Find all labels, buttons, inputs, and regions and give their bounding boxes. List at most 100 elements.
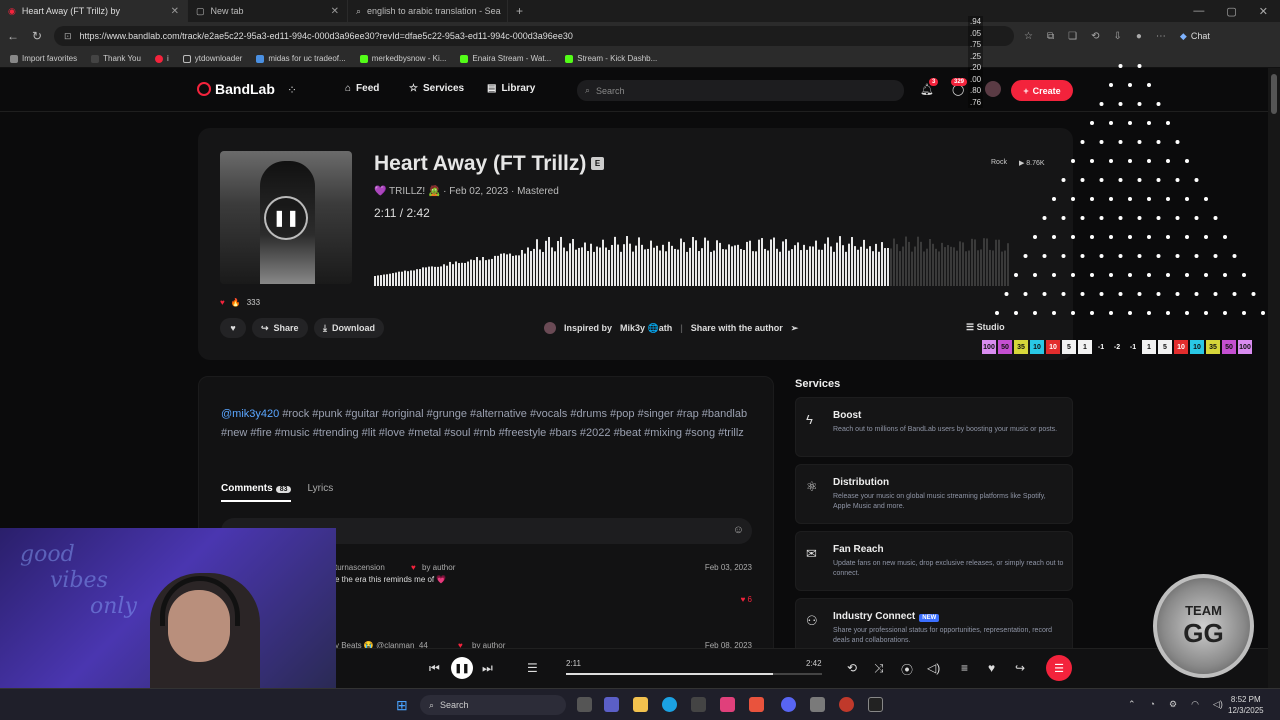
copilot-chat-button[interactable]: ◆ Chat [1180,31,1210,42]
app-icon[interactable] [749,697,764,712]
tab-new[interactable]: ▢ New tab ✕ [188,0,348,22]
share-icon[interactable]: ↪ [1015,661,1025,675]
app-icon[interactable] [720,697,735,712]
share-with-author-link[interactable]: Share with the author [691,323,783,333]
likes-summary[interactable]: ♥ 🔥 333 [220,298,260,307]
bandlab-logo-icon [197,82,211,96]
profile-icon[interactable]: ● [1136,31,1142,42]
app-icon[interactable] [810,697,825,712]
tab-comments[interactable]: Comments 83 [221,483,292,502]
bandlab-logo[interactable]: BandLab [197,81,275,97]
taskbar-clock[interactable]: 8:52 PM 12/3/2025 [1228,694,1264,716]
tab-lyrics[interactable]: Lyrics [307,483,333,502]
repeat-icon[interactable]: ⟲ [847,661,857,675]
volume-icon[interactable]: ◁) [927,661,940,675]
teams-icon[interactable] [604,697,619,712]
service-fan-reach[interactable]: ✉ Fan Reach Update fans on new music, dr… [795,531,1073,591]
collections-icon[interactable]: ❏ [1068,31,1077,42]
waveform[interactable] [374,226,1010,286]
inspired-label: Inspired by [564,323,613,333]
app-icon[interactable] [839,697,854,712]
overlay-dot [1118,254,1123,258]
player-pause-button[interactable]: ❚❚ [451,657,473,679]
file-explorer-icon[interactable] [633,697,648,712]
download-button[interactable]: ⤓ Download [314,318,384,338]
bookmark-i[interactable]: i [154,54,169,63]
star-icon: ☆ [409,83,418,94]
taskbar-search[interactable]: ⌕ Search [420,695,566,715]
overlay-dot [1004,292,1009,296]
overlay-dot [1261,311,1265,315]
emoji-icon[interactable]: ☺ [733,524,744,536]
nav-library[interactable]: ▤ Library [487,83,535,94]
waveform-bar [416,269,418,286]
back-icon[interactable]: ← [6,29,20,43]
queue-list-icon[interactable]: ☰ [527,661,538,675]
waveform-bar [812,246,814,286]
pause-button[interactable]: ❚❚ [264,196,308,240]
cast-icon[interactable]: ⦿ [901,661,913,678]
queue-button[interactable]: ☰ [1046,655,1072,681]
bookmark-kick-dashboard[interactable]: Stream - Kick Dashb... [565,54,657,63]
mention-link[interactable]: @mik3y420 [221,408,279,420]
next-icon[interactable]: ⏭︎ [482,661,493,676]
search-input[interactable]: ⌕ Search [577,80,904,101]
chevron-up-icon[interactable]: ⌃ [1128,699,1136,710]
store-icon[interactable] [691,697,706,712]
app-icon[interactable] [868,697,883,712]
service-boost[interactable]: ϟ Boost Reach out to millions of BandLab… [795,397,1073,457]
favorites-icon[interactable]: ☆ [1024,31,1033,42]
bookmark-enaira[interactable]: Enaira Stream - Wat... [460,54,551,63]
app-tray-icon[interactable]: ⚙ [1169,699,1177,710]
service-name: Boost [833,410,862,421]
maximize-icon[interactable]: ▢ [1226,5,1236,18]
comment-user[interactable]: turnascension [335,563,385,572]
hashtags[interactable]: #rock #punk #guitar #original #grunge #a… [221,408,747,439]
history-icon[interactable]: ⟲ [1091,31,1099,42]
close-tab-icon[interactable]: ✕ [171,6,179,17]
like-button[interactable]: ♥ [220,318,246,338]
bookmark-thankyou[interactable]: Thank You [91,54,141,63]
bookmark-ytdownloader[interactable]: ytdownloader [182,54,242,63]
refresh-icon[interactable]: ↻ [30,29,44,43]
tab-translate[interactable]: ⌕ english to arabic translation - Sea ✕ [348,0,508,22]
minimize-icon[interactable]: — [1193,5,1204,18]
bookmark-label: midas for uc tradeof... [268,54,346,63]
speaker-icon[interactable]: ◁) [1213,699,1223,710]
previous-icon[interactable]: ⏮︎ [429,661,440,676]
downloads-icon[interactable]: ⇩ [1113,31,1121,42]
apps-grid-icon[interactable]: ⁘ [287,83,297,97]
player-progress-bar[interactable] [566,673,822,675]
extensions-icon[interactable]: ⧉ [1047,31,1054,42]
share-button[interactable]: ↪ Share [252,318,308,338]
wifi-icon[interactable]: ◠ [1191,699,1199,710]
waveform-bar [818,249,820,286]
more-icon[interactable]: ⋯ [1156,31,1166,42]
like-icon[interactable]: ♥ [988,661,995,675]
discord-icon[interactable] [781,697,796,712]
edge-icon[interactable] [662,697,677,712]
nav-services[interactable]: ☆ Services [409,83,464,94]
track-cover-art[interactable]: ❚❚ [220,151,352,284]
add-to-playlist-icon[interactable]: ≡ [961,661,968,675]
shuffle-icon[interactable]: ⤨ [874,661,884,676]
task-view-icon[interactable] [577,697,592,712]
bookmark-midas[interactable]: midas for uc tradeof... [256,54,346,63]
new-tab-icon[interactable]: + [508,4,523,18]
network-icon[interactable]: ◔ [1150,699,1155,710]
windows-start-icon[interactable]: ⊞ [396,697,408,714]
url-field[interactable]: ⊡ https://www.bandlab.com/track/e2ae5c22… [54,26,1014,46]
nav-feed[interactable]: ⌂ Feed [345,83,379,94]
close-tab-icon[interactable]: ✕ [331,6,339,17]
service-distribution[interactable]: ⚛ Distribution Release your music on glo… [795,464,1073,524]
bookmark-import[interactable]: Import favorites [10,54,77,63]
close-window-icon[interactable]: ✕ [1259,5,1268,18]
comment-like[interactable]: ♥ 6 [741,595,752,604]
waveform-bar [731,246,733,286]
waveform-bar [713,250,715,286]
bookmark-merkedbysnow[interactable]: merkedbysnow - Ki... [359,54,446,63]
inspired-author[interactable]: Mik3y 🌐ath [620,323,672,334]
share-label: Share [273,323,299,333]
tab-bandlab[interactable]: ◉ Heart Away (FT Trillz) by ✕ [0,0,188,22]
waveform-bar [773,237,775,286]
